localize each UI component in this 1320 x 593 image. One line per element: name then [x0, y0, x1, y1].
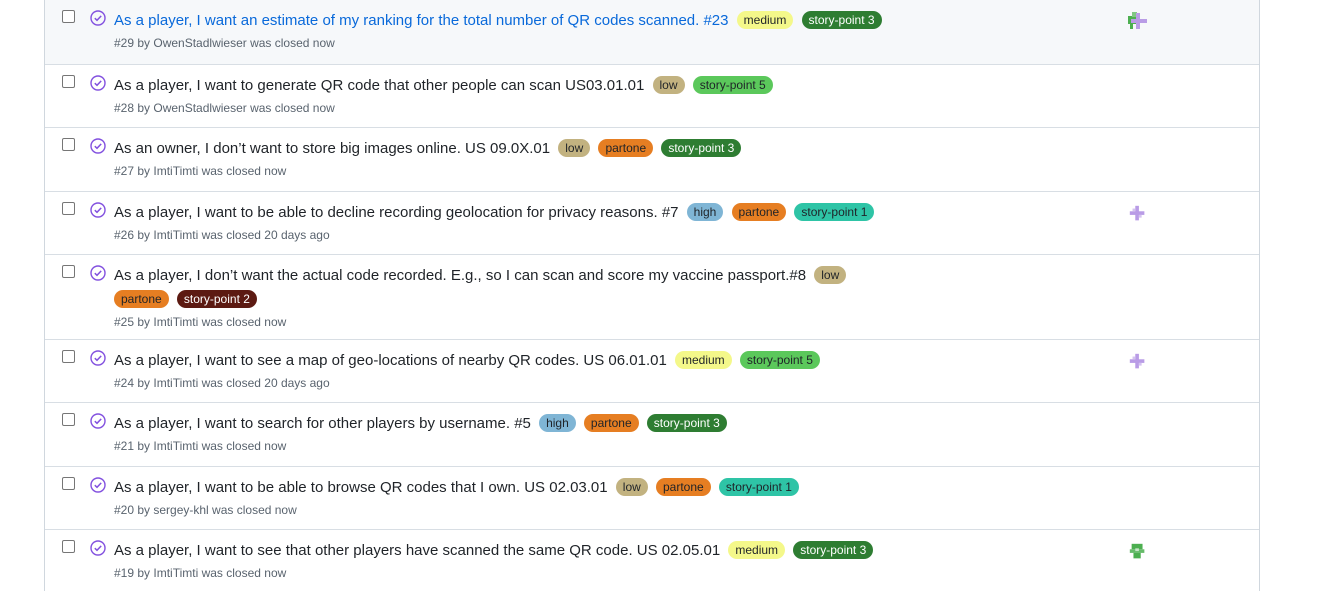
select-checkbox[interactable]	[62, 10, 75, 23]
issue-meta: #25 by ImtiTimti was closed now	[114, 315, 287, 329]
assignee-avatar-icon[interactable]	[1127, 10, 1149, 32]
closed-completed-icon	[90, 265, 106, 281]
issue-row[interactable]: As a player, I want to search for other …	[45, 402, 1259, 466]
issue-row[interactable]: As an owner, I don’t want to store big i…	[45, 127, 1259, 191]
closed-completed-icon	[90, 75, 106, 91]
label-priority[interactable]: low	[615, 478, 648, 496]
label-story-point[interactable]: story-point 3	[646, 414, 727, 432]
label-milestone[interactable]: partone	[114, 290, 169, 308]
closed-completed-icon	[90, 477, 106, 493]
label-priority[interactable]: low	[558, 139, 591, 157]
label-story-point[interactable]: story-point 1	[718, 478, 799, 496]
label-priority[interactable]: low	[814, 266, 847, 284]
issue-title-link[interactable]: As a player, I don’t want the actual cod…	[114, 267, 806, 284]
label-story-point[interactable]: story-point 3	[661, 139, 742, 157]
label-story-point[interactable]: story-point 2	[176, 290, 257, 308]
select-checkbox[interactable]	[62, 202, 75, 215]
issue-meta: #26 by ImtiTimti was closed 20 days ago	[114, 228, 330, 242]
issue-title-link[interactable]: As a player, I want to search for other …	[114, 415, 531, 432]
select-checkbox[interactable]	[62, 138, 75, 151]
select-checkbox[interactable]	[62, 265, 75, 278]
assignee-avatar-icon[interactable]	[1128, 204, 1148, 224]
label-story-point[interactable]: story-point 3	[793, 541, 874, 559]
issue-title-link[interactable]: As a player, I want to see that other pl…	[114, 542, 720, 559]
issue-meta: #28 by OwenStadlwieser was closed now	[114, 101, 335, 115]
issue-row[interactable]: As a player, I want to be able to declin…	[45, 191, 1259, 254]
label-milestone[interactable]: partone	[598, 139, 654, 157]
issue-title-link[interactable]: As a player, I want an estimate of my ra…	[114, 12, 729, 29]
issue-row[interactable]: As a player, I want to see that other pl…	[45, 529, 1259, 591]
issue-meta: #21 by ImtiTimti was closed now	[114, 439, 287, 453]
issue-title-link[interactable]: As a player, I want to generate QR code …	[114, 77, 644, 94]
issue-title-link[interactable]: As an owner, I don’t want to store big i…	[114, 140, 550, 157]
label-milestone[interactable]: partone	[583, 414, 639, 432]
issue-title-link[interactable]: As a player, I want to be able to declin…	[114, 204, 679, 221]
label-priority[interactable]: medium	[675, 351, 732, 369]
label-priority[interactable]: low	[652, 76, 685, 94]
closed-completed-icon	[90, 413, 106, 429]
label-priority[interactable]: medium	[736, 11, 794, 29]
issue-row[interactable]: As a player, I want to generate QR code …	[45, 64, 1259, 127]
closed-completed-icon	[90, 202, 106, 218]
closed-completed-icon	[90, 350, 106, 366]
select-checkbox[interactable]	[62, 413, 75, 426]
issue-row[interactable]: As a player, I want an estimate of my ra…	[45, 0, 1259, 64]
label-milestone[interactable]: partone	[655, 478, 711, 496]
issue-title-link[interactable]: As a player, I want to be able to browse…	[114, 479, 608, 496]
label-priority[interactable]: medium	[728, 541, 786, 559]
select-checkbox[interactable]	[62, 477, 75, 490]
issue-row[interactable]: As a player, I want to be able to browse…	[45, 466, 1259, 529]
issue-meta: #24 by ImtiTimti was closed 20 days ago	[114, 376, 330, 390]
label-milestone[interactable]: partone	[731, 203, 787, 221]
issue-meta: #29 by OwenStadlwieser was closed now	[114, 36, 335, 50]
closed-completed-icon	[90, 540, 106, 556]
issue-title-link[interactable]: As a player, I want to see a map of geo-…	[114, 352, 667, 369]
issue-row[interactable]: As a player, I want to see a map of geo-…	[45, 339, 1259, 402]
assignee-avatar-icon[interactable]	[1128, 352, 1148, 372]
select-checkbox[interactable]	[62, 350, 75, 363]
closed-completed-icon	[90, 138, 106, 154]
assignee-avatar-icon[interactable]	[1128, 542, 1148, 562]
label-story-point[interactable]: story-point 3	[801, 11, 882, 29]
label-story-point[interactable]: story-point 5	[739, 351, 820, 369]
select-checkbox[interactable]	[62, 75, 75, 88]
issue-meta: #19 by ImtiTimti was closed now	[114, 566, 287, 580]
issue-row[interactable]: As a player, I don’t want the actual cod…	[45, 254, 1259, 339]
label-priority[interactable]: high	[686, 203, 724, 221]
issue-list: As a player, I want an estimate of my ra…	[44, 0, 1260, 591]
closed-completed-icon	[90, 10, 106, 26]
select-checkbox[interactable]	[62, 540, 75, 553]
issue-meta: #27 by ImtiTimti was closed now	[114, 164, 287, 178]
label-story-point[interactable]: story-point 5	[692, 76, 773, 94]
label-priority[interactable]: high	[539, 414, 576, 432]
issue-meta: #20 by sergey-khl was closed now	[114, 503, 297, 517]
label-story-point[interactable]: story-point 1	[794, 203, 875, 221]
